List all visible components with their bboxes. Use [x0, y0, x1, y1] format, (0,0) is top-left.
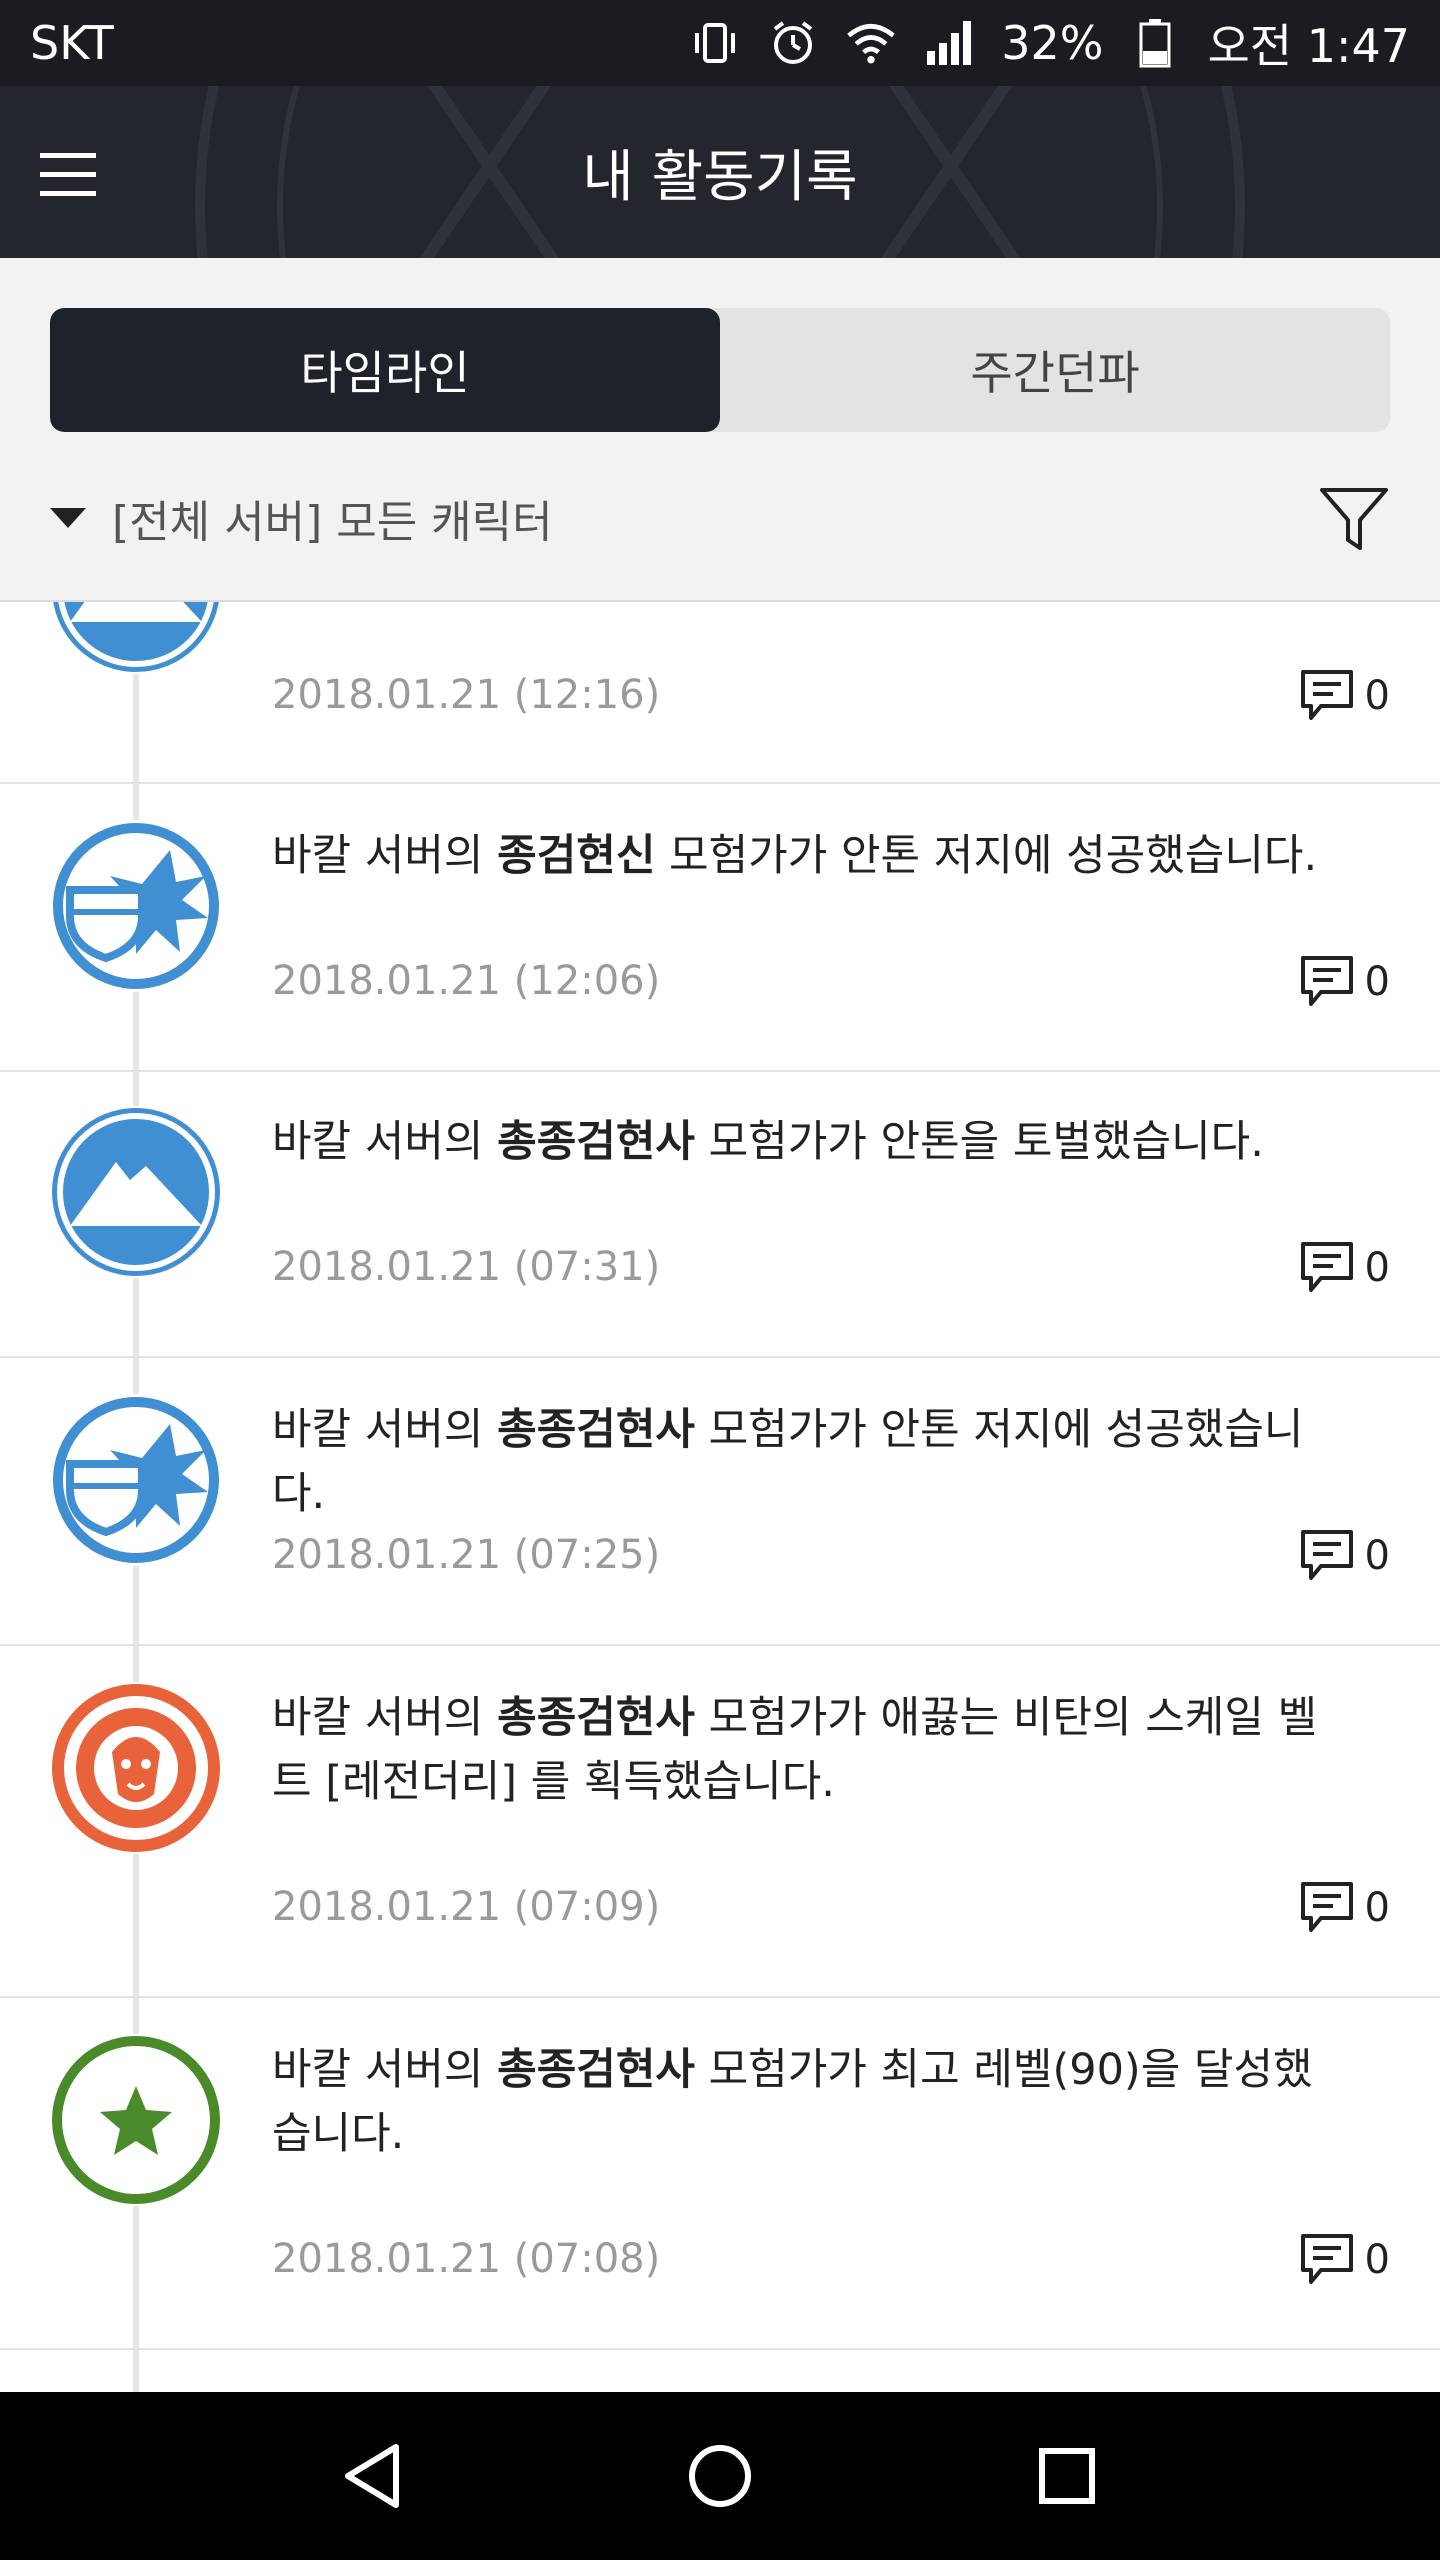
- message-prefix: 바칼 서버의: [272, 1693, 498, 1743]
- list-item[interactable]: 2018.01.21 (12:16) 0: [0, 602, 1440, 784]
- tab-switcher: 타임라인 주간던파: [50, 308, 1390, 432]
- vibrate-icon: [689, 17, 741, 69]
- item-message: 바칼 서버의 총종검현사 모험가가 안톤 저지에 성공했습니다.: [272, 1398, 1332, 1526]
- tab-timeline[interactable]: 타임라인: [50, 308, 720, 432]
- list-item[interactable]: 바칼 서버의 총종검현사 모험가가 애끓는 비탄의 스케일 벨트 [레전더리] …: [0, 1646, 1440, 1998]
- star-icon: [50, 2034, 222, 2206]
- comment-count: 0: [1364, 1885, 1390, 1931]
- filter-row: [전체 서버] 모든 캐릭터: [50, 478, 1390, 558]
- alarm-icon: [767, 17, 819, 69]
- screen: SKT 32% 오전 1:47 내 활동기록 타임라인 주간던파 [전체 서버]…: [0, 0, 1440, 2560]
- item-message: 바칼 서버의 총종검현사 모험가가 애끓는 비탄의 스케일 벨트 [레전더리] …: [272, 1686, 1332, 1814]
- lion-gear-icon: [50, 1682, 222, 1854]
- message-suffix: 모험가가 안톤 저지에 성공했습니다.: [655, 831, 1318, 881]
- filter-funnel-icon[interactable]: [1318, 482, 1390, 554]
- comment-icon: [1300, 1882, 1353, 1932]
- app-header: 내 활동기록: [0, 86, 1440, 258]
- list-item[interactable]: 바칼 서버의 총종검현사 모험가가 최고 레벨(90)을 달성했습니다. 201…: [0, 1998, 1440, 2350]
- item-message: 바칼 서버의 총종검현사 모험가가 안톤을 토벌했습니다.: [272, 1110, 1332, 1174]
- comment-count: 0: [1364, 1245, 1390, 1291]
- item-date: 2018.01.21 (07:25): [272, 1532, 661, 1578]
- item-date: 2018.01.21 (12:16): [272, 672, 661, 718]
- list-item[interactable]: 바칼 서버의 종검현신 모험가가 안톤 저지에 성공했습니다. 2018.01.…: [0, 784, 1440, 1072]
- signal-icon: [923, 17, 975, 69]
- character-name: 총종검현사: [497, 2045, 695, 2095]
- scope-selector[interactable]: [전체 서버] 모든 캐릭터: [112, 486, 1318, 550]
- comment-count: 0: [1364, 959, 1390, 1005]
- character-name: 총종검현사: [497, 1405, 695, 1455]
- comment-icon: [1300, 670, 1353, 720]
- page-title: 내 활동기록: [582, 144, 858, 210]
- message-prefix: 바칼 서버의: [272, 1117, 498, 1167]
- battery-percent: 32%: [1001, 16, 1104, 70]
- shield-burst-icon: [50, 820, 222, 992]
- comment-count: 0: [1364, 673, 1390, 719]
- status-icons: 32% 오전 1:47: [689, 10, 1410, 76]
- list-item[interactable]: 바칼 서버의 총종검현사 모험가가 안톤을 토벌했습니다. 2018.01.21…: [0, 1072, 1440, 1358]
- comment-icon: [1300, 1530, 1353, 1580]
- comment-count: 0: [1364, 2237, 1390, 2283]
- comment-button[interactable]: 0: [1299, 1240, 1390, 1296]
- clock: 오전 1:47: [1207, 19, 1410, 73]
- comment-button[interactable]: 0: [1299, 954, 1390, 1010]
- mountain-icon: [50, 1106, 222, 1278]
- comment-button[interactable]: 0: [1299, 668, 1390, 724]
- character-name: 종검현신: [497, 831, 656, 881]
- battery-icon: [1129, 17, 1181, 69]
- comment-button[interactable]: 0: [1299, 2232, 1390, 2288]
- mountain-icon: [50, 602, 222, 674]
- wifi-icon: [845, 17, 897, 69]
- comment-button[interactable]: 0: [1299, 1528, 1390, 1584]
- caret-down-icon[interactable]: [50, 508, 86, 528]
- character-name: 총종검현사: [497, 1117, 695, 1167]
- controls-area: 타임라인 주간던파 [전체 서버] 모든 캐릭터: [0, 258, 1440, 602]
- item-message: 바칼 서버의 종검현신 모험가가 안톤 저지에 성공했습니다.: [272, 824, 1332, 888]
- list-item[interactable]: 바칼 서버의 총종검현사 모험가가 안톤 저지에 성공했습니다. 2018.01…: [0, 1358, 1440, 1646]
- carrier-label: SKT: [30, 16, 114, 70]
- message-suffix: 모험가가 안톤을 토벌했습니다.: [694, 1117, 1264, 1167]
- item-date: 2018.01.21 (07:09): [272, 1884, 661, 1930]
- status-bar: SKT 32% 오전 1:47: [0, 0, 1440, 86]
- message-prefix: 바칼 서버의: [272, 2045, 498, 2095]
- item-date: 2018.01.21 (12:06): [272, 958, 661, 1004]
- activity-list: 2018.01.21 (12:16) 0 바칼 서버의 종검현신 모험가가 안톤…: [0, 602, 1440, 2392]
- comment-count: 0: [1364, 1533, 1390, 1579]
- comment-button[interactable]: 0: [1299, 1880, 1390, 1936]
- tab-weekly[interactable]: 주간던파: [720, 308, 1390, 432]
- back-triangle-icon[interactable]: [328, 2431, 418, 2521]
- comment-icon: [1300, 956, 1353, 1006]
- shield-burst-icon: [50, 1394, 222, 1566]
- recents-square-icon[interactable]: [1022, 2431, 1112, 2521]
- item-date: 2018.01.21 (07:08): [272, 2236, 661, 2282]
- system-nav-bar: [0, 2392, 1440, 2560]
- message-prefix: 바칼 서버의: [272, 831, 498, 881]
- item-message: 바칼 서버의 총종검현사 모험가가 최고 레벨(90)을 달성했습니다.: [272, 2038, 1332, 2166]
- message-prefix: 바칼 서버의: [272, 1405, 498, 1455]
- item-date: 2018.01.21 (07:31): [272, 1244, 661, 1290]
- home-circle-icon[interactable]: [675, 2431, 765, 2521]
- comment-icon: [1300, 1242, 1353, 1292]
- comment-icon: [1300, 2234, 1353, 2284]
- character-name: 총종검현사: [497, 1693, 695, 1743]
